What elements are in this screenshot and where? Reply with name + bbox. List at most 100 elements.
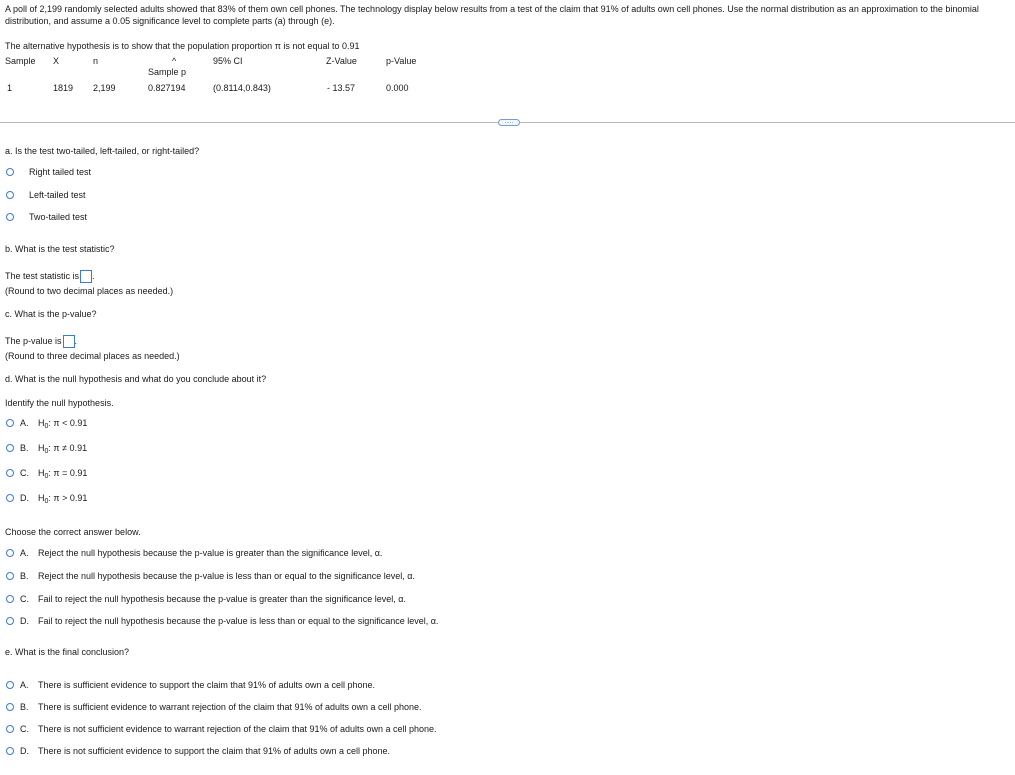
- option-right-tailed[interactable]: Right tailed test: [29, 167, 91, 178]
- final-letter: B.: [20, 702, 29, 712]
- radio-final-d[interactable]: [6, 747, 14, 755]
- header-sample-p: Sample p: [148, 67, 187, 77]
- radio-final-a[interactable]: [6, 681, 14, 689]
- part-a-question: a. Is the test two-tailed, left-tailed, …: [5, 146, 200, 156]
- row-ci: (0.8114,0.843): [213, 83, 271, 93]
- h0-option-letter: C.: [20, 468, 29, 478]
- test-statistic-line: The test statistic is.: [5, 270, 95, 283]
- h0-subscript: 0: [44, 423, 49, 430]
- radio-two-tailed[interactable]: [6, 213, 14, 221]
- final-text: There is sufficient evidence to warrant …: [38, 702, 422, 712]
- part-b-question: b. What is the test statistic?: [5, 244, 115, 254]
- header-z-value: Z-Value: [326, 56, 357, 66]
- h0-option-c[interactable]: C. H0: π = 0.91: [20, 468, 87, 480]
- row-z-value: - 13.57: [327, 83, 356, 93]
- h0-relation: : π = 0.91: [48, 468, 88, 478]
- final-option-a[interactable]: A. There is sufficient evidence to suppor…: [20, 680, 375, 691]
- problem-intro: A poll of 2,199 randomly selected adults…: [5, 4, 979, 26]
- conclusion-option-d[interactable]: D. Fail to reject the null hypothesis bec…: [20, 616, 438, 627]
- option-two-tailed[interactable]: Two-tailed test: [29, 212, 87, 223]
- part-c-hint: (Round to three decimal places as needed…: [5, 351, 180, 361]
- radio-right-tailed[interactable]: [6, 168, 14, 176]
- final-letter: A.: [20, 680, 29, 690]
- final-option-b[interactable]: B. There is sufficient evidence to warran…: [20, 702, 422, 713]
- part-c-question: c. What is the p-value?: [5, 309, 97, 319]
- final-letter: D.: [20, 746, 29, 756]
- conclusion-option-b[interactable]: B. Reject the null hypothesis because the…: [20, 571, 415, 582]
- h0-relation: : π ≠ 0.91: [48, 443, 88, 453]
- part-d-question: d. What is the null hypothesis and what …: [5, 374, 267, 384]
- test-statistic-period: .: [92, 270, 95, 281]
- final-option-d[interactable]: D. There is not sufficient evidence to su…: [20, 746, 390, 757]
- conclusion-option-c[interactable]: C. Fail to reject the null hypothesis bec…: [20, 594, 406, 605]
- final-text: There is not sufficient evidence to warr…: [38, 724, 437, 734]
- p-value-line: The p-value is.: [5, 335, 77, 348]
- p-value-input[interactable]: [62, 335, 75, 348]
- header-ci: 95% CI: [213, 56, 243, 66]
- header-hat: ^: [172, 56, 177, 66]
- radio-final-c[interactable]: [6, 725, 14, 733]
- header-p-value: p-Value: [386, 56, 417, 66]
- conclusion-option-a[interactable]: A. Reject the null hypothesis because the…: [20, 548, 382, 559]
- p-value-prompt: The p-value is: [5, 335, 62, 346]
- p-value-period: .: [74, 335, 78, 346]
- header-x: X: [53, 56, 60, 66]
- alternative-hypothesis-line: The alternative hypothesis is to show th…: [5, 41, 359, 52]
- test-statistic-prompt: The test statistic is: [5, 270, 80, 281]
- choose-answer-label: Choose the correct answer below.: [5, 527, 141, 537]
- alt-line-pi: π: [274, 41, 281, 51]
- radio-h0-d[interactable]: [6, 494, 14, 502]
- conclusion-letter: C.: [20, 594, 29, 604]
- final-letter: C.: [20, 724, 29, 734]
- h0-option-letter: A.: [20, 418, 29, 428]
- conclusion-letter: A.: [20, 548, 29, 558]
- h0-option-letter: B.: [20, 443, 29, 453]
- final-text: There is sufficient evidence to support …: [38, 680, 376, 690]
- alt-line-prefix: The alternative hypothesis is to show th…: [5, 41, 273, 51]
- h0-option-d[interactable]: D. H0: π > 0.91: [20, 493, 87, 505]
- h0-subscript: 0: [44, 473, 49, 480]
- option-left-tailed[interactable]: Left-tailed test: [29, 190, 86, 201]
- radio-h0-a[interactable]: [6, 419, 14, 427]
- radio-final-b[interactable]: [6, 703, 14, 711]
- row-sample: 1: [7, 83, 13, 93]
- h0-subscript: 0: [44, 448, 49, 455]
- part-e-question: e. What is the final conclusion?: [5, 647, 130, 657]
- conclusion-text: Fail to reject the null hypothesis becau…: [38, 594, 406, 604]
- expand-display-button[interactable]: .....: [498, 119, 520, 126]
- header-sample: Sample: [5, 56, 36, 66]
- h0-option-b[interactable]: B. H0: π ≠ 0.91: [20, 443, 87, 455]
- row-n: 2,199: [93, 83, 116, 93]
- h0-symbol: H: [38, 493, 45, 503]
- row-sample-p: 0.827194: [148, 83, 186, 93]
- conclusion-text: Reject the null hypothesis because the p…: [38, 571, 415, 581]
- test-statistic-input[interactable]: [80, 270, 93, 283]
- radio-h0-c[interactable]: [6, 469, 14, 477]
- conclusion-letter: D.: [20, 616, 29, 626]
- radio-conclusion-d[interactable]: [6, 617, 14, 625]
- radio-left-tailed[interactable]: [6, 191, 14, 199]
- identify-null-label: Identify the null hypothesis.: [5, 398, 114, 408]
- h0-relation: : π < 0.91: [48, 418, 88, 428]
- h0-subscript: 0: [44, 498, 49, 505]
- h0-symbol: H: [38, 468, 45, 478]
- row-p-value: 0.000: [386, 83, 409, 93]
- final-option-c[interactable]: C. There is not sufficient evidence to wa…: [20, 724, 437, 735]
- header-n: n: [93, 56, 99, 66]
- radio-conclusion-c[interactable]: [6, 595, 14, 603]
- h0-option-letter: D.: [20, 493, 29, 503]
- h0-symbol: H: [38, 418, 45, 428]
- radio-conclusion-b[interactable]: [6, 572, 14, 580]
- part-b-hint: (Round to two decimal places as needed.): [5, 286, 174, 296]
- conclusion-letter: B.: [20, 571, 29, 581]
- final-text: There is not sufficient evidence to supp…: [38, 746, 391, 756]
- h0-relation: : π > 0.91: [48, 493, 88, 503]
- h0-option-a[interactable]: A. H0: π < 0.91: [20, 418, 87, 430]
- h0-symbol: H: [38, 443, 45, 453]
- conclusion-text: Fail to reject the null hypothesis becau…: [38, 616, 439, 626]
- radio-h0-b[interactable]: [6, 444, 14, 452]
- row-x: 1819: [53, 83, 74, 93]
- alt-line-suffix: is not equal to 0.91: [283, 41, 360, 51]
- radio-conclusion-a[interactable]: [6, 549, 14, 557]
- conclusion-text: Reject the null hypothesis because the p…: [38, 548, 383, 558]
